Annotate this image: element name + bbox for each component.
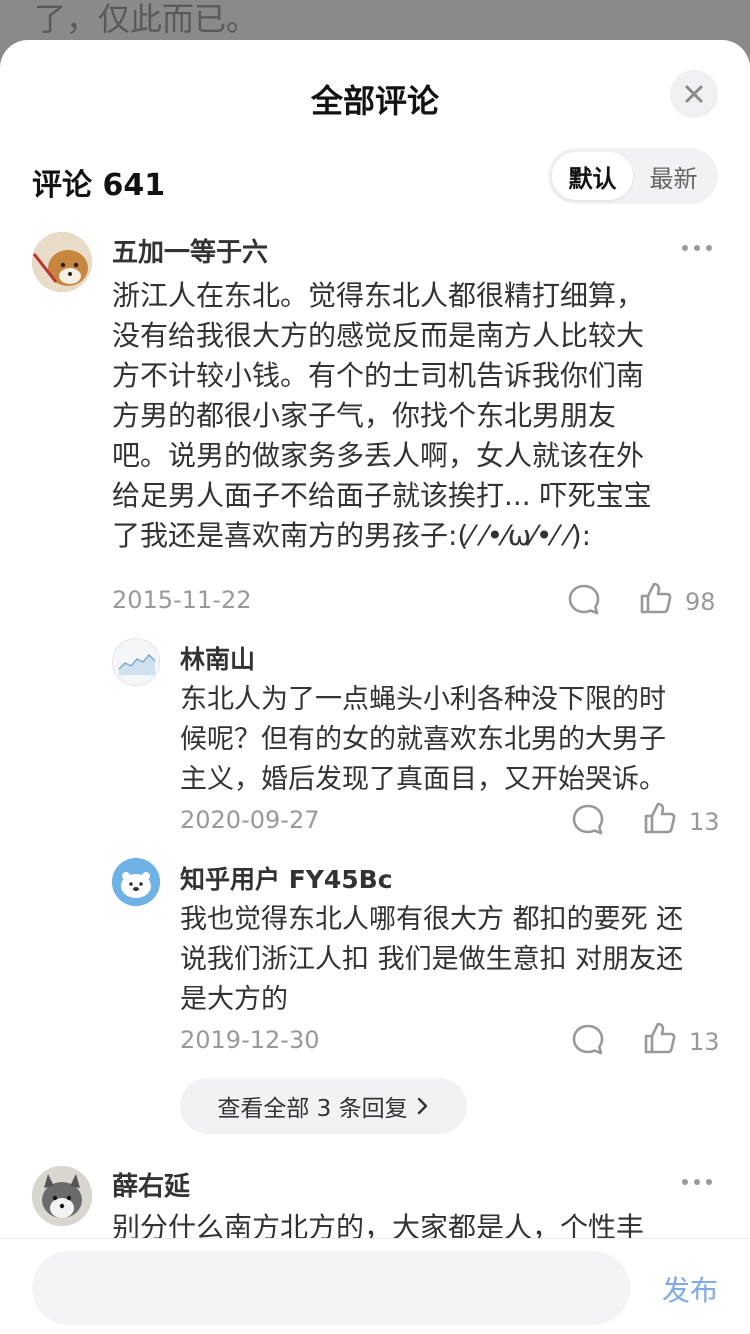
close-button[interactable] <box>670 70 718 118</box>
more-icon[interactable] <box>682 245 712 251</box>
comment-line: 方男的都很小家子气，你找个东北男朋友 <box>112 399 617 432</box>
comment-count: 评论 641 <box>32 168 166 203</box>
avatar[interactable] <box>112 858 160 906</box>
comment-composer: 发布 <box>0 1238 750 1334</box>
reply-text: 我也觉得东北人哪有很大方 都扣的要死 还 说我们浙江人扣 我们是做生意扣 对朋友… <box>180 900 725 1020</box>
reply-line: 主义，婚后发现了真面目，又开始哭诉。 <box>180 764 666 795</box>
sort-default-tab[interactable]: 默认 <box>552 152 633 200</box>
reply-date: 2020-09-27 <box>180 806 320 834</box>
like-count: 13 <box>689 1028 720 1056</box>
like-count: 98 <box>685 588 716 616</box>
sheet-title: 全部评论 <box>310 82 439 120</box>
like-icon[interactable] <box>642 800 678 836</box>
comment-icon[interactable] <box>570 1022 606 1058</box>
comment-line: 浙江人在东北。觉得东北人都很精打细算， <box>112 279 645 312</box>
avatar[interactable] <box>32 232 92 292</box>
background-article-text: 了，仅此而已。 <box>34 0 259 38</box>
reply-line: 是大方的 <box>180 984 288 1015</box>
more-icon[interactable] <box>682 1179 712 1185</box>
comment-line: 方不计较小钱。有个的士司机告诉我你们南 <box>112 359 645 392</box>
reply-line: 说我们浙江人扣 我们是做生意扣 对朋友还 <box>180 944 684 975</box>
like-icon[interactable] <box>642 1020 678 1056</box>
comment-date: 2015-11-22 <box>112 586 252 614</box>
reply-author[interactable]: 知乎用户 FY45Bc <box>180 860 393 896</box>
reply-line: 候呢？但有的女的就喜欢东北男的大男子 <box>180 724 666 755</box>
bear-avatar-image <box>112 858 160 906</box>
chart-avatar-image <box>113 639 159 685</box>
comment-text: 浙江人在东北。觉得东北人都很精打细算， 没有给我很大方的感觉反而是南方人比较大 … <box>112 276 722 556</box>
close-icon <box>685 85 703 103</box>
comment-line: 没有给我很大方的感觉反而是南方人比较大 <box>112 319 645 352</box>
husky-avatar-image <box>32 1166 92 1226</box>
view-all-replies-label: 查看全部 3 条回复 <box>217 1096 408 1122</box>
comment-author[interactable]: 薛右延 <box>112 1166 190 1203</box>
comments-sheet: 全部评论 评论 641 默认 最新 五加一等于六 浙江人在东北。觉得东北人都很精… <box>0 40 750 1334</box>
reply-line: 东北人为了一点蝇头小利各种没下限的时 <box>180 684 666 715</box>
like-count: 13 <box>689 808 720 836</box>
shiba-avatar-image <box>32 232 92 292</box>
comment-line: 了我还是喜欢南方的男孩子:(⁄ ⁄•⁄ω⁄•⁄ ⁄): <box>112 519 592 552</box>
comment-icon[interactable] <box>566 582 602 618</box>
view-all-replies-button[interactable]: 查看全部 3 条回复 <box>180 1078 467 1134</box>
avatar[interactable] <box>112 638 160 686</box>
reply-date: 2019-12-30 <box>180 1026 320 1054</box>
sort-toggle: 默认 最新 <box>548 148 718 204</box>
comment-icon[interactable] <box>570 802 606 838</box>
reply-line: 我也觉得东北人哪有很大方 都扣的要死 还 <box>180 904 684 935</box>
reply-text: 东北人为了一点蝇头小利各种没下限的时 候呢？但有的女的就喜欢东北男的大男子 主义… <box>180 680 720 800</box>
publish-button[interactable]: 发布 <box>662 1269 718 1309</box>
reply-author[interactable]: 林南山 <box>180 640 255 676</box>
comment-author[interactable]: 五加一等于六 <box>112 232 268 269</box>
chevron-right-icon <box>417 1097 427 1115</box>
comment-line: 给足男人面子不给面子就该挨打... 吓死宝宝 <box>112 479 652 512</box>
like-icon[interactable] <box>638 580 674 616</box>
comment-input[interactable] <box>32 1251 630 1325</box>
avatar[interactable] <box>32 1166 92 1226</box>
comment-line: 吧。说男的做家务多丢人啊，女人就该在外 <box>112 439 645 472</box>
sort-latest-tab[interactable]: 最新 <box>633 152 714 200</box>
